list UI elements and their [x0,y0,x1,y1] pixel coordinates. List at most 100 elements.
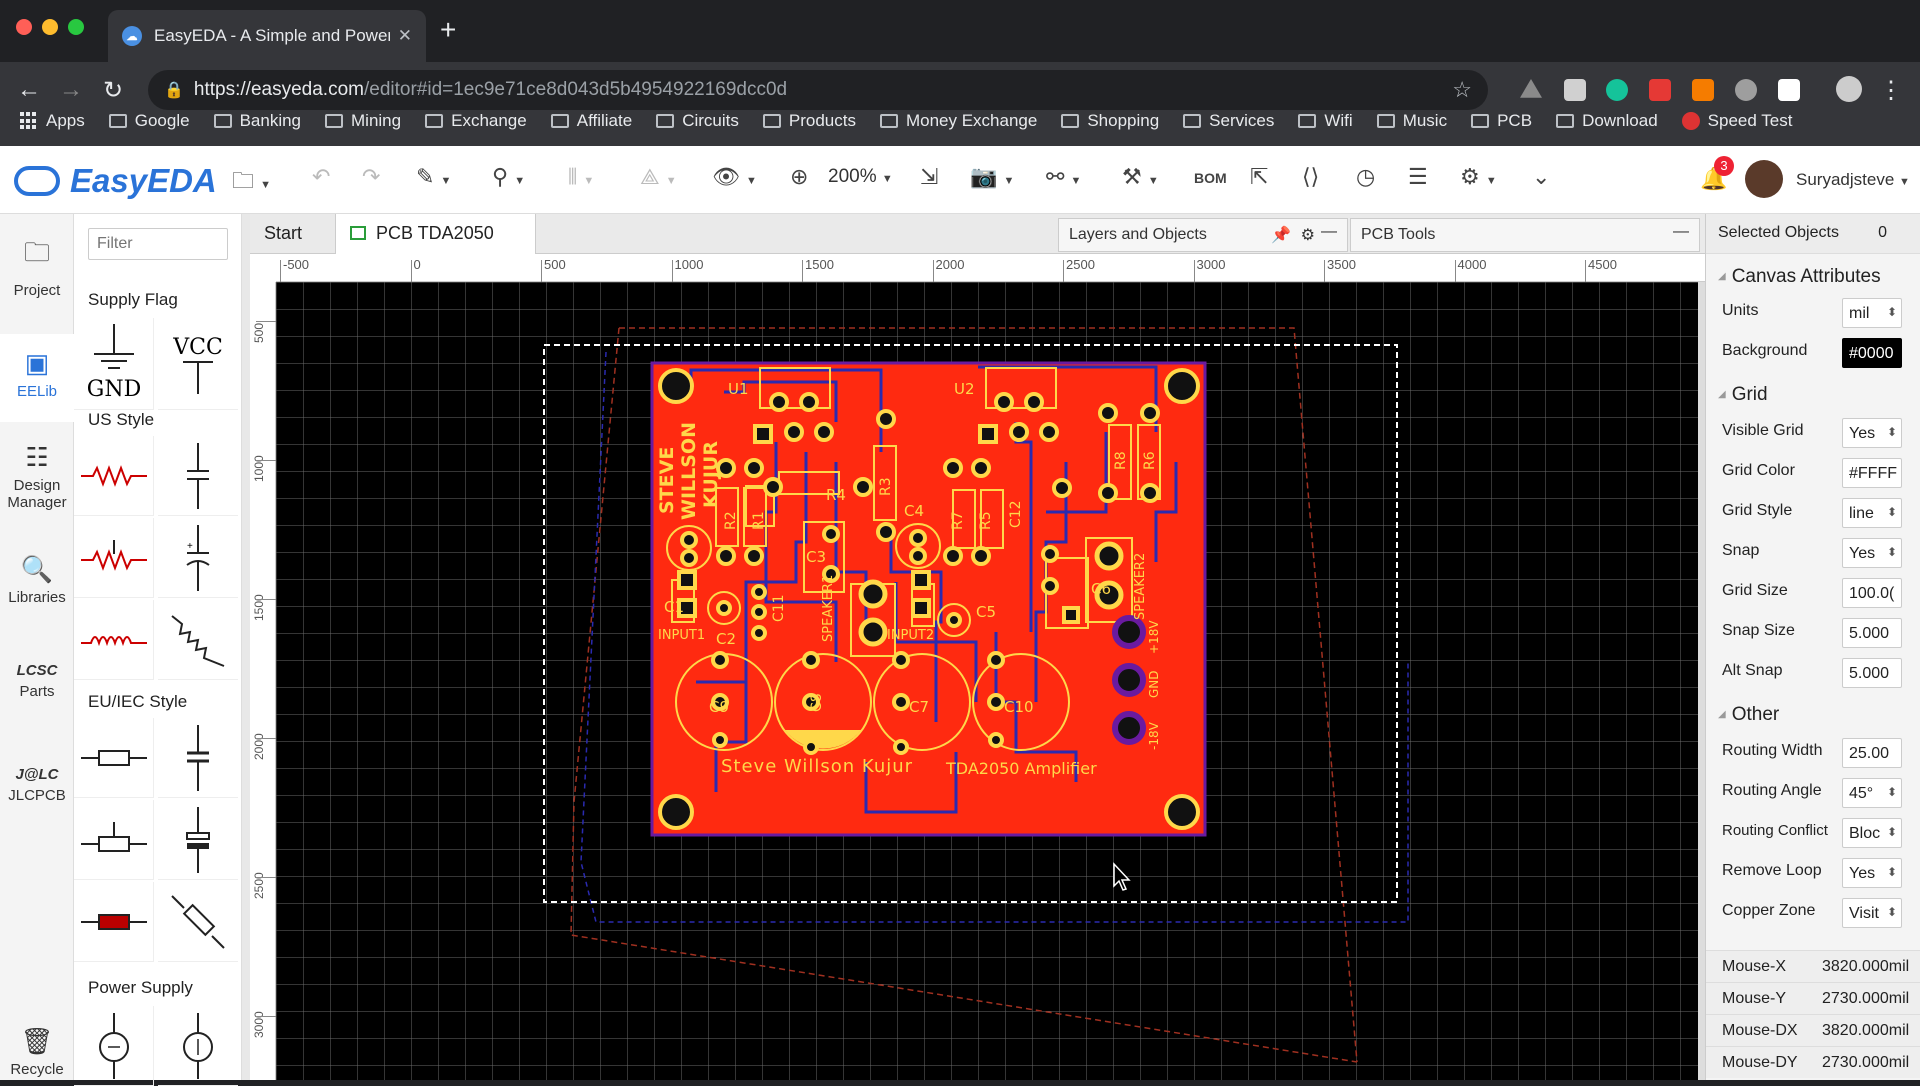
bookmark-speed-test[interactable]: Speed Test [1681,111,1792,131]
remove-loop-select[interactable]: Yes [1842,858,1902,888]
rail-eelib[interactable]: ▣ EELib [0,334,74,422]
inductor-us-symbol[interactable] [74,600,154,680]
bookmark-folder[interactable]: Download [1556,111,1658,131]
rail-design-manager[interactable]: ☷ Design Manager [0,442,74,511]
grid-style-select[interactable]: line [1842,498,1902,528]
rail-jlcpcb[interactable]: J@LC JLCPCB [0,766,74,804]
bookmark-folder[interactable]: Google [108,111,190,131]
bookmark-folder[interactable]: Circuits [656,111,739,131]
bookmark-folder[interactable]: Wifi [1298,111,1353,131]
polarized-capacitor-eu-symbol[interactable] [158,800,238,880]
forward-icon[interactable]: → [56,76,86,104]
polarized-capacitor-us-symbol[interactable]: + [158,518,238,598]
place-pin-icon[interactable]: ⚲ ▼ [492,164,525,190]
align-icon[interactable]: ⫴ ▼ [568,164,594,190]
fuse-eu-symbol[interactable] [74,882,154,962]
grammarly-extension-icon[interactable] [1606,79,1628,101]
variable-resistor-eu-symbol[interactable] [158,882,238,962]
snap-select[interactable]: Yes [1842,538,1902,568]
rail-project[interactable]: 🗀 Project [0,234,74,299]
gnd-symbol[interactable]: GND [74,318,154,410]
alt-snap-input[interactable]: 5.000 [1842,658,1902,688]
visible-grid-select[interactable]: Yes [1842,418,1902,448]
bookmark-folder[interactable]: Products [762,111,856,131]
right-panel-splitter[interactable] [1698,282,1705,1080]
avatar[interactable] [1745,160,1783,198]
filter-input[interactable] [88,228,228,260]
drive-extension-icon[interactable] [1520,79,1542,98]
undo-icon[interactable]: ↶ [312,164,330,190]
pin-icon[interactable]: 📌 [1271,225,1291,245]
rail-parts[interactable]: LCSC Parts [0,662,74,700]
heart-extension-icon[interactable] [1778,79,1800,101]
route-icon[interactable]: ⚯ ▼ [1046,164,1081,190]
zoom-level[interactable]: 200% ▼ [828,166,893,188]
flip-icon[interactable]: ⟁ ▼ [640,164,677,190]
capacitor-us-symbol[interactable] [158,436,238,516]
tools-icon[interactable]: ⚒ ▼ [1122,164,1159,190]
profile-icon[interactable] [1836,76,1862,102]
resistor-eu-symbol[interactable] [74,718,154,798]
camera-icon[interactable]: 📷 ▼ [970,164,1014,190]
layers-and-objects-panel[interactable]: Layers and Objects 📌 ⚙ — [1058,218,1348,252]
bom-button[interactable]: BOM [1194,170,1227,186]
resistor-us-symbol[interactable] [74,436,154,516]
routing-conflict-select[interactable]: Bloc [1842,818,1902,848]
more-chevron-icon[interactable]: ⌄ [1532,164,1550,190]
pcb-canvas-svg[interactable]: U1 U2 R4 C1 C2 C3 C4 C5 C6 C7 C9 C10 INP… [276,282,1705,1080]
close-window-button[interactable] [16,19,32,35]
rail-libraries[interactable]: 🔍 Libraries [0,554,74,606]
background-input[interactable]: #0000 [1842,338,1902,368]
rail-recycle[interactable]: 🗑 Recycle [0,1026,74,1078]
variable-resistor-us-symbol[interactable] [158,600,238,680]
routing-width-input[interactable]: 25.00 [1842,738,1902,768]
grid-size-input[interactable]: 100.0( [1842,578,1902,608]
left-panel-splitter[interactable] [242,214,250,1080]
redo-icon[interactable]: ↷ [362,164,380,190]
grid-color-input[interactable]: #FFFF [1842,458,1902,488]
bookmark-star-icon[interactable]: ☆ [1452,77,1472,103]
gear-icon[interactable]: ⚙ [1301,225,1315,245]
bookmark-folder[interactable]: Mining [325,111,401,131]
bookmark-folder[interactable]: Music [1376,111,1447,131]
copper-zone-select[interactable]: Visit [1842,898,1902,928]
zoom-in-icon[interactable]: ⊕ [790,164,808,190]
bookmark-folder[interactable]: Banking [213,111,301,131]
minimize-icon[interactable]: — [1673,223,1689,241]
layers-icon[interactable]: ☰ [1408,164,1428,190]
minimize-icon[interactable]: — [1321,223,1337,241]
bookmark-folder[interactable]: Services [1183,111,1274,131]
routing-angle-select[interactable]: 45° [1842,778,1902,808]
back-icon[interactable]: ← [14,76,44,104]
bulb-extension-icon[interactable] [1735,79,1757,101]
file-folder-icon[interactable]: 🗀 ▼ [232,164,271,202]
units-select[interactable]: mil [1842,298,1902,328]
view-eye-icon[interactable]: 👁 ▼ [712,164,757,190]
browser-menu-icon[interactable]: ⋮ [1876,76,1906,105]
tb-extension-icon[interactable] [1564,79,1586,101]
bookmark-apps[interactable]: Apps [20,111,85,131]
other-section[interactable]: Other [1718,704,1780,726]
potentiometer-us-symbol[interactable] [74,518,154,598]
potentiometer-eu-symbol[interactable] [74,800,154,880]
capacitor-eu-symbol[interactable] [158,718,238,798]
tab-pcb-tda2050[interactable]: PCB TDA2050 [336,214,536,254]
current-source-symbol[interactable] [158,1006,238,1086]
bookmark-folder[interactable]: Shopping [1061,111,1159,131]
user-menu[interactable]: Suryadjsteve ▼ [1796,170,1910,190]
maximize-window-button[interactable] [68,19,84,35]
browser-tab[interactable]: ☁ EasyEDA - A Simple and Powerf ✕ [108,10,426,62]
bookmark-folder[interactable]: Money Exchange [879,111,1037,131]
tab-start[interactable]: Start [250,214,336,254]
grid-section[interactable]: Grid [1718,384,1768,406]
reload-icon[interactable]: ↻ [98,76,128,105]
bookmark-folder[interactable]: PCB [1471,111,1532,131]
pcb-tools-panel[interactable]: PCB Tools — [1350,218,1700,252]
pcb-canvas[interactable]: U1 U2 R4 C1 C2 C3 C4 C5 C6 C7 C9 C10 INP… [276,282,1705,1080]
shield-extension-icon[interactable] [1649,79,1671,101]
import-icon[interactable]: ⇲ [920,164,938,190]
vcc-symbol[interactable]: VCC [158,318,238,410]
canvas-attributes-section[interactable]: Canvas Attributes [1718,266,1881,288]
export-icon[interactable]: ⇱ [1250,164,1268,190]
snap-size-input[interactable]: 5.000 [1842,618,1902,648]
